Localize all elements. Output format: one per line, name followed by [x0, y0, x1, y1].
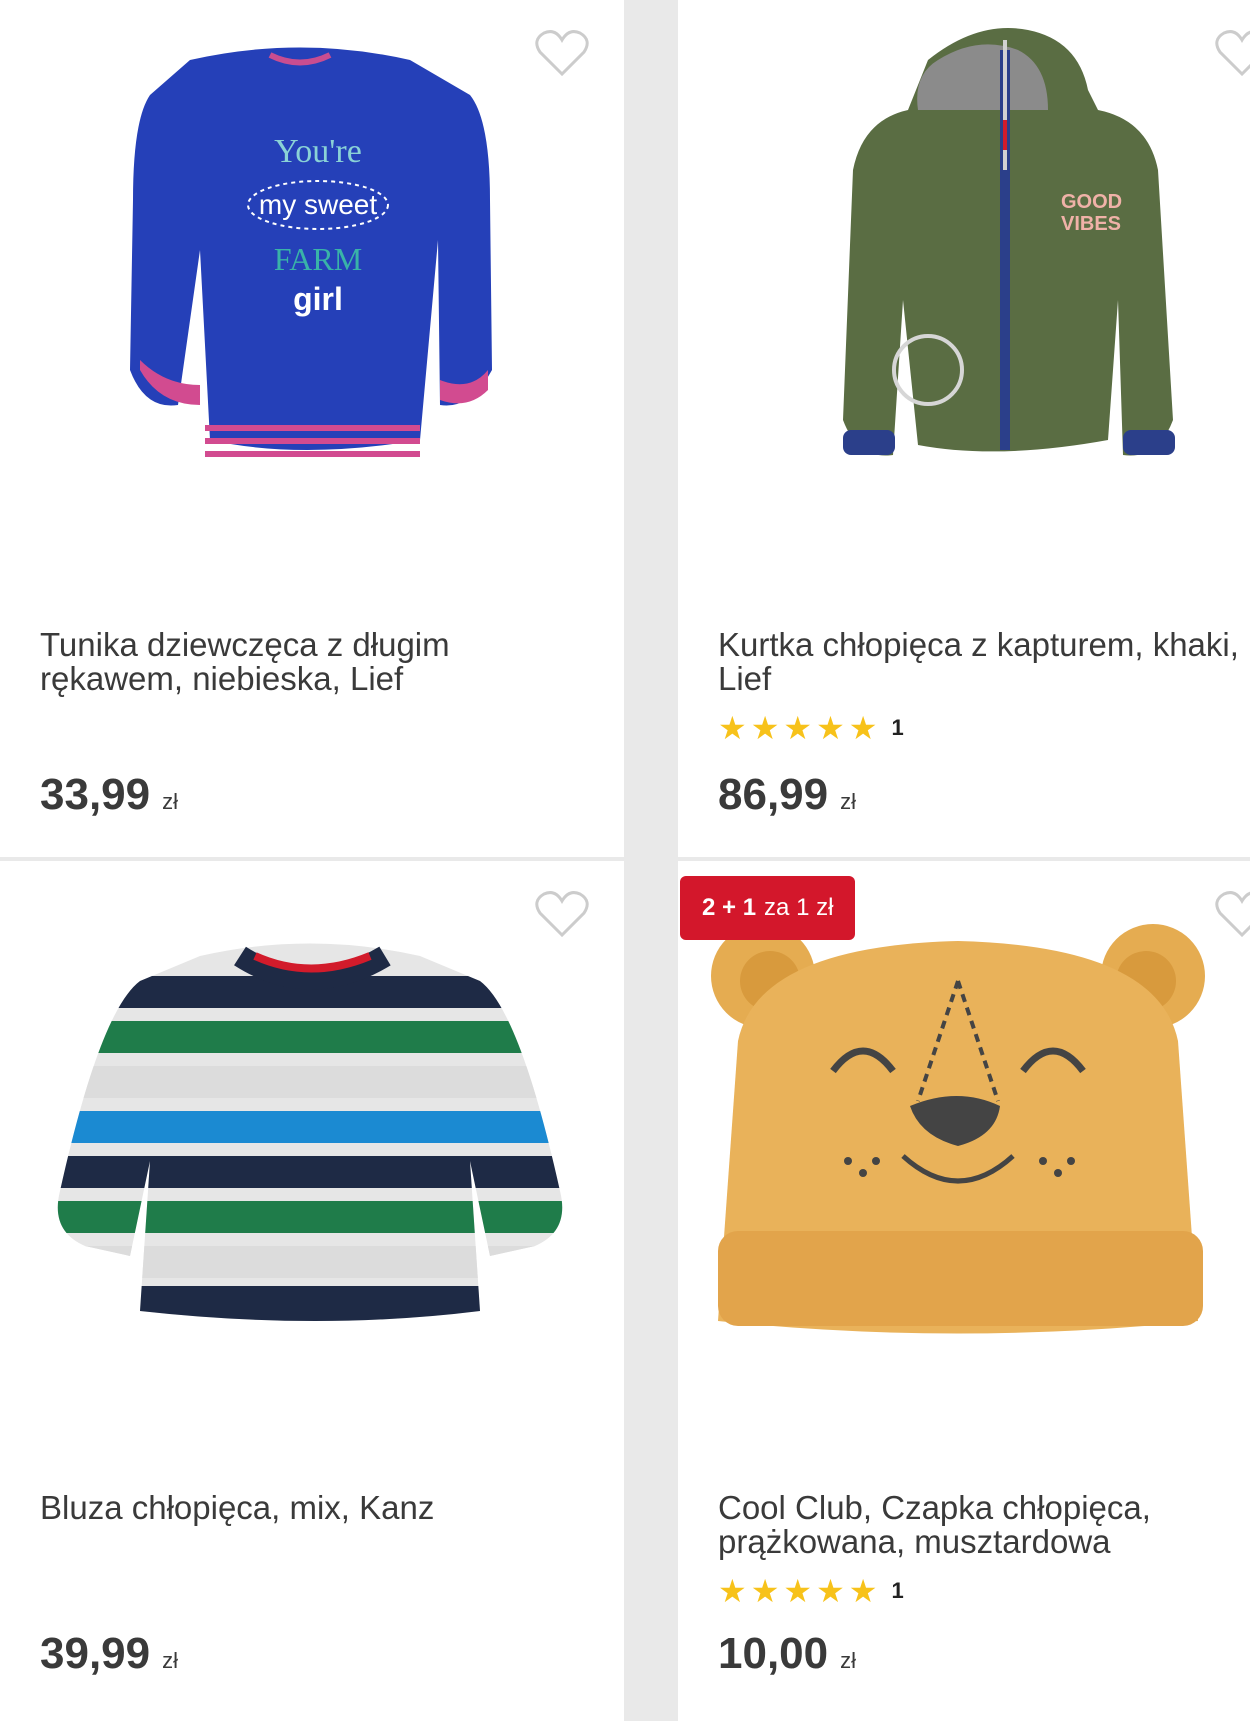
price-amount: 86,99 [718, 770, 829, 819]
tunic-text-2: my sweet [259, 189, 377, 220]
promo-badge-bold: 2 + 1 [702, 894, 757, 921]
product-card[interactable]: GOOD VIBES Kurtka chłopięca z kapturem, … [678, 0, 1250, 857]
price-currency: zł [840, 789, 856, 814]
price-currency: zł [840, 1648, 856, 1673]
product-image[interactable] [678, 861, 1250, 1421]
promo-badge-text: za 1 zł [764, 894, 834, 921]
jacket-text-1: GOOD [1061, 191, 1122, 213]
product-price: 10,00 zł [718, 1629, 856, 1679]
product-card[interactable]: You're my sweet FARM girl Tunika dziewcz… [0, 0, 624, 857]
favorite-heart-icon[interactable] [534, 889, 590, 939]
rating-count: 1 [891, 1578, 904, 1603]
jacket-text-2: VIBES [1061, 213, 1121, 235]
favorite-heart-icon[interactable] [1214, 28, 1250, 78]
star-icon: ★ [750, 710, 780, 746]
tunic-text-4: girl [293, 281, 343, 317]
product-card[interactable]: Bluza chłopięca, mix, Kanz 39,99 zł [0, 861, 624, 1721]
price-amount: 33,99 [40, 770, 151, 819]
rating-count: 1 [891, 715, 904, 740]
price-amount: 10,00 [718, 1629, 829, 1678]
product-price: 39,99 zł [40, 1629, 178, 1679]
product-price: 86,99 zł [718, 770, 856, 820]
product-image[interactable]: You're my sweet FARM girl [0, 0, 624, 560]
product-title[interactable]: Kurtka chłopięca z kapturem, khaki, Lief [718, 628, 1250, 696]
product-title[interactable]: Bluza chłopięca, mix, Kanz [40, 1491, 600, 1525]
product-card[interactable]: 2 + 1 za 1 zł Cool Club, Czapka chłopięc… [678, 861, 1250, 1721]
product-grid: You're my sweet FARM girl Tunika dziewcz… [0, 0, 1250, 1721]
product-image[interactable]: GOOD VIBES [678, 0, 1250, 560]
star-icon: ★ [816, 710, 845, 746]
product-image[interactable] [0, 861, 624, 1421]
favorite-heart-icon[interactable] [534, 28, 590, 78]
star-icon: ★ [718, 1573, 747, 1609]
price-currency: zł [162, 1648, 178, 1673]
product-title[interactable]: Cool Club, Czapka chłopięca, prążkowana,… [718, 1491, 1250, 1559]
product-rating: ★ ★ ★ ★ ★ 1 [718, 1575, 904, 1607]
product-title[interactable]: Tunika dziewczęca z długim rękawem, nieb… [40, 628, 600, 696]
price-currency: zł [162, 789, 178, 814]
tunic-text-1: You're [274, 133, 362, 170]
star-icon: ★ [750, 1573, 780, 1609]
star-icon: ★ [783, 1573, 813, 1609]
star-icon: ★ [783, 710, 813, 746]
price-amount: 39,99 [40, 1629, 151, 1678]
star-icon: ★ [848, 1573, 878, 1609]
promo-badge: 2 + 1 za 1 zł [680, 876, 856, 940]
star-icon: ★ [718, 710, 747, 746]
favorite-heart-icon[interactable] [1214, 889, 1250, 939]
product-rating: ★ ★ ★ ★ ★ 1 [718, 712, 904, 744]
tunic-text-3: FARM [274, 241, 362, 277]
star-icon: ★ [816, 1573, 845, 1609]
star-icon: ★ [848, 710, 878, 746]
product-price: 33,99 zł [40, 770, 178, 820]
